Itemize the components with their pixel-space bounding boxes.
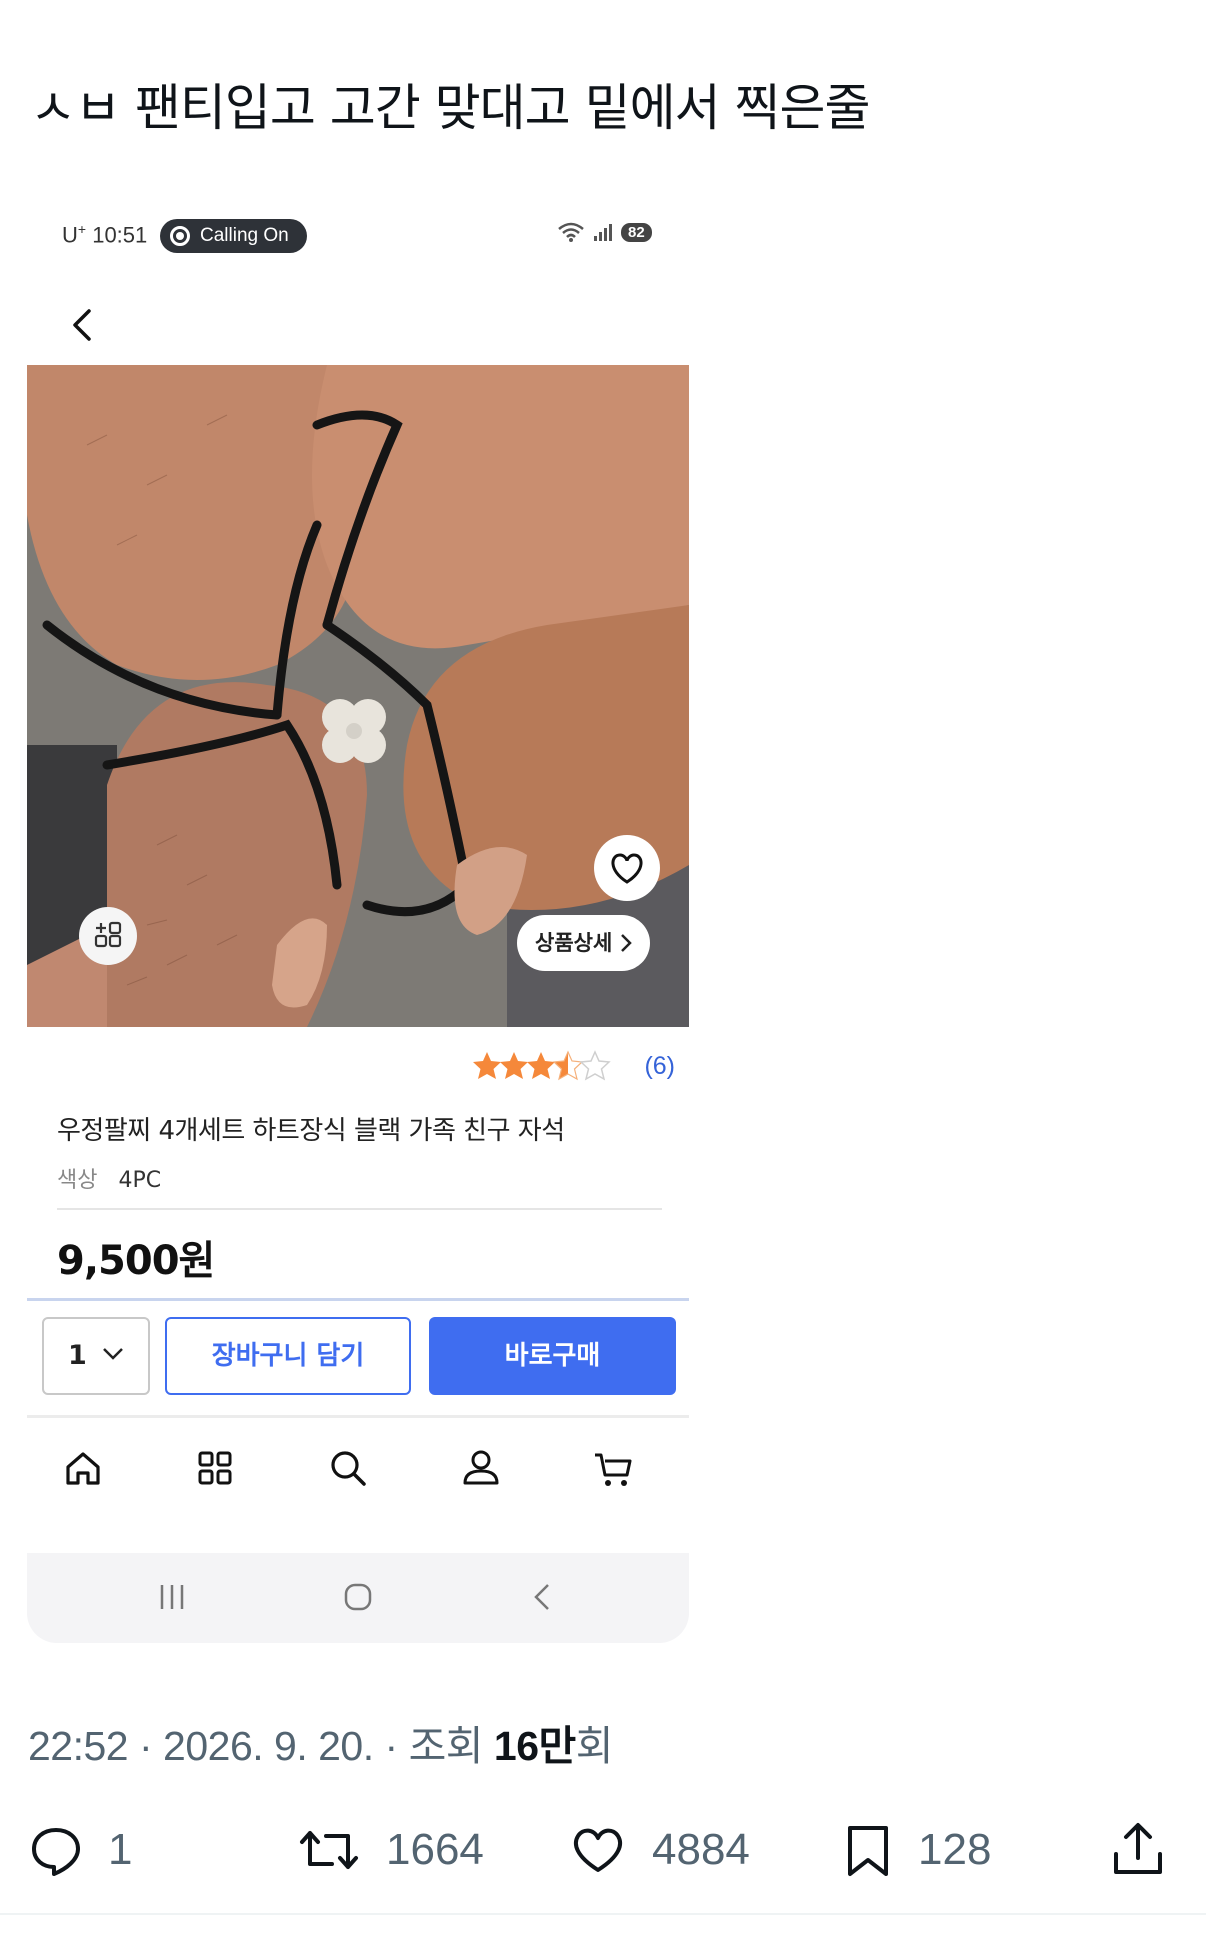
rating-stars [473,1051,611,1080]
battery-indicator: 82 [621,222,652,242]
retweet-icon [300,1831,358,1869]
reply-button[interactable]: 1 [28,1815,132,1885]
wifi-icon [558,222,584,242]
heart-icon [573,1828,623,1872]
product-option: 색상 4PC [57,1162,161,1194]
bottom-nav [27,1427,689,1507]
product-photo[interactable]: 상품상세 [27,365,689,1027]
tweet-actions: 1 1664 4884 128 [0,1815,1206,1885]
grid-add-icon [94,921,122,948]
star-full [500,1052,529,1079]
wishlist-button[interactable] [594,835,660,901]
like-button[interactable]: 4884 [568,1815,750,1885]
status-indicators: 82 [557,221,652,243]
option-value: 4PC [118,1168,162,1193]
review-count[interactable]: (6) [644,1052,675,1081]
cart-icon[interactable] [589,1443,639,1493]
product-rating[interactable]: (6) [471,1050,675,1082]
add-to-cart-button[interactable]: 장바구니 담기 [165,1317,411,1395]
tweet-meta: 22:52 · 2026. 9. 20. · 조회 16만회 [28,1723,614,1769]
retweet-button[interactable]: 1664 [296,1815,484,1885]
bookmark-button[interactable]: 128 [842,1815,991,1885]
category-grid-icon[interactable] [190,1443,240,1493]
tweet-date[interactable]: 2026. 9. 20. [163,1723,374,1769]
reply-count: 1 [108,1825,133,1874]
product-price: 9,500원 [57,1238,215,1284]
status-time: 10:51 [92,222,148,248]
retweet-count: 1664 [386,1825,484,1874]
calling-pill-label: Calling On [200,225,289,246]
star-full [527,1052,556,1079]
search-icon[interactable] [323,1443,373,1493]
chevron-down-icon [103,1348,123,1360]
views-suffix: 회 [575,1723,614,1769]
buy-now-button[interactable]: 바로구매 [429,1317,676,1395]
embedded-screenshot[interactable]: U+ 10:51 Calling On 82 상품상세 (6) 우정팔찌 4개세… [27,205,689,1643]
calling-pill: Calling On [160,219,307,253]
heart-icon [611,853,643,884]
like-count: 4884 [652,1825,750,1874]
status-bar: U+ 10:51 Calling On 82 [27,205,689,265]
carrier-label: U [62,222,78,248]
bottom-divider [0,1913,1206,1915]
divider [57,1208,662,1210]
user-icon[interactable] [456,1443,506,1493]
nav-divider [27,1415,689,1418]
signal-icon [594,224,612,241]
option-label: 색상 [57,1168,98,1193]
star-half [553,1051,584,1080]
back-button-icon[interactable] [524,1577,564,1617]
call-record-icon [170,226,190,246]
product-detail-button[interactable]: 상품상세 [517,915,651,971]
recent-apps-icon[interactable] [152,1577,192,1617]
quantity-value: 1 [68,1340,87,1371]
back-arrow-icon[interactable] [63,303,103,347]
tweet-time[interactable]: 22:52 [28,1723,129,1769]
status-carrier-time: U+ 10:51 [62,221,147,248]
bookmark-icon [848,1826,888,1876]
share-button[interactable] [1110,1815,1166,1885]
views-prefix: 조회 [408,1723,484,1769]
star-full [473,1052,502,1079]
system-nav-bar [27,1553,689,1643]
product-detail-label: 상품상세 [535,931,613,955]
quantity-select[interactable]: 1 [42,1317,150,1395]
purchase-bar-divider [27,1298,689,1301]
star-empty [580,1051,611,1080]
home-button-icon[interactable] [338,1577,378,1617]
tweet-text: ㅅㅂ 팬티입고 고간 맞대고 밑에서 찍은줄 [30,79,870,137]
views-count: 16만 [493,1723,576,1769]
photo-option-button[interactable] [79,907,137,965]
home-icon[interactable] [58,1443,108,1493]
chevron-right-icon [621,934,633,952]
product-name: 우정팔찌 4개세트 하트장식 블랙 가족 친구 자석 [57,1116,565,1146]
bookmark-count: 128 [918,1825,992,1874]
share-icon [1114,1823,1162,1874]
reply-icon [32,1828,80,1876]
carrier-plus: + [77,221,87,237]
